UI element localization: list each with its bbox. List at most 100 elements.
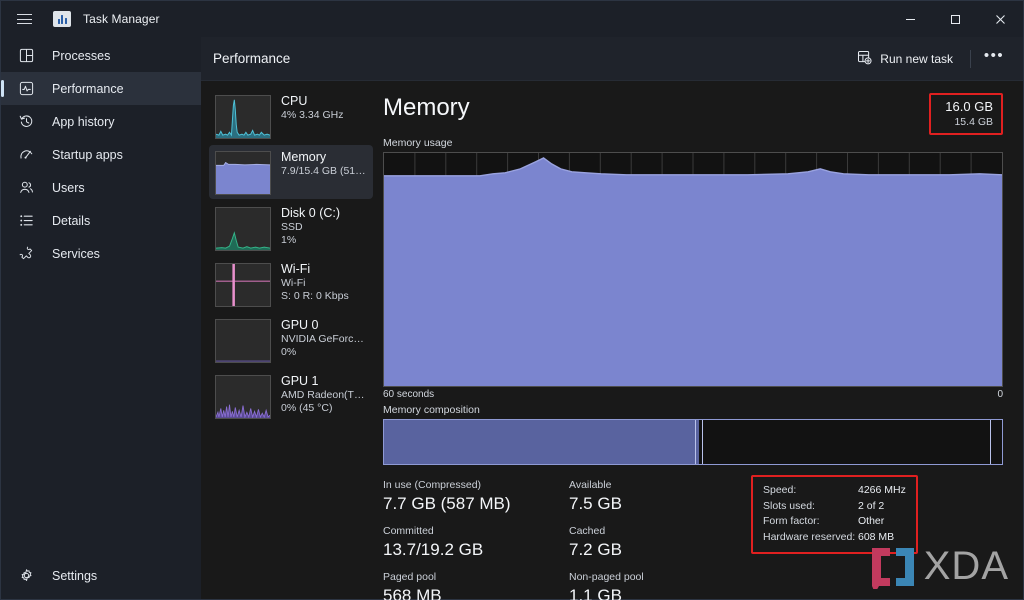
window-body: Processes Performance App history Startu… [1, 37, 1023, 600]
memory-specs-highlight-box: Speed: 4266 MHz Slots used: 2 of 2 Form … [751, 475, 918, 554]
spec-value: Other [858, 515, 885, 527]
content-pane: Performance Run new task ••• CPU 4% 3.34… [201, 37, 1023, 600]
spec-value: 2 of 2 [858, 499, 885, 512]
stat-value: 7.5 GB [569, 494, 622, 513]
header-actions: Run new task ••• [848, 45, 1009, 73]
run-new-task-icon [857, 50, 872, 68]
perf-item-sub: 7.9/15.4 GB (51%) [281, 165, 367, 177]
sidebar-item-label: Users [52, 180, 85, 195]
perf-item-gpu-0[interactable]: GPU 0 NVIDIA GeForce R... 0% [209, 313, 373, 367]
stat-value: 7.7 GB (587 MB) [383, 494, 511, 513]
gpu0-sparkline [215, 319, 271, 363]
memory-stats: In use (Compressed) 7.7 GB (587 MB) Comm… [383, 475, 1003, 600]
perf-item-sub: SSD [281, 221, 303, 233]
composition-in-use-segment [384, 420, 700, 464]
sidebar-item-app-history[interactable]: App history [1, 105, 201, 138]
perf-item-text: Wi-Fi Wi-Fi S: 0 R: 0 Kbps [281, 262, 349, 303]
task-manager-window: Task Manager Processes Performance App h… [0, 0, 1024, 600]
sidebar-item-performance[interactable]: Performance [1, 72, 201, 105]
perf-item-name: Memory [281, 150, 327, 164]
minimize-button[interactable] [888, 1, 933, 37]
sidebar-item-users[interactable]: Users [1, 171, 201, 204]
perf-item-memory[interactable]: Memory 7.9/15.4 GB (51%) [209, 145, 373, 199]
spec-value: 608 MB [858, 530, 895, 543]
gpu1-sparkline [215, 375, 271, 419]
perf-item-sub: 4% 3.34 GHz [281, 109, 344, 121]
sidebar-item-processes[interactable]: Processes [1, 39, 201, 72]
spec-key: Slots used: [763, 499, 815, 512]
sidebar-item-services[interactable]: Services [1, 237, 201, 270]
details-icon [17, 212, 35, 230]
perf-item-text: Memory 7.9/15.4 GB (51%) [281, 150, 367, 178]
sidebar-item-label: Performance [52, 81, 124, 96]
hamburger-menu-icon[interactable] [1, 1, 47, 37]
capacity-usable: 15.4 GB [954, 116, 993, 128]
spec-key: Speed: [763, 484, 797, 496]
perf-item-name: Wi-Fi [281, 262, 311, 276]
perf-item-sub2: 1% [281, 234, 297, 246]
stats-column-left: In use (Compressed) 7.7 GB (587 MB) Comm… [383, 478, 569, 600]
sidebar-item-label: Settings [52, 568, 98, 583]
stat-key: Available [569, 479, 612, 491]
sidebar-item-settings[interactable]: Settings [1, 559, 201, 592]
title-bar: Task Manager [1, 1, 1023, 37]
perf-item-wifi[interactable]: Wi-Fi Wi-Fi S: 0 R: 0 Kbps [209, 257, 373, 311]
perf-item-text: GPU 0 NVIDIA GeForce R... 0% [281, 318, 367, 359]
close-button[interactable] [978, 1, 1023, 37]
memory-usage-chart [383, 152, 1003, 387]
perf-item-sub: NVIDIA GeForce R... [281, 333, 367, 345]
stat-in-use: In use (Compressed) 7.7 GB (587 MB) [383, 478, 569, 515]
perf-item-sub: AMD Radeon(TM) ... [281, 389, 367, 401]
memory-detail: Memory 16.0 GB 15.4 GB Memory usage 60 s… [373, 81, 1023, 600]
memory-composition-label: Memory composition [383, 404, 480, 416]
app-history-icon [17, 113, 35, 131]
more-options-button[interactable]: ••• [979, 46, 1009, 72]
stat-key: Committed [383, 525, 434, 537]
run-new-task-label: Run new task [880, 51, 953, 66]
perf-item-name: Disk 0 (C:) [281, 206, 341, 220]
maximize-button[interactable] [933, 1, 978, 37]
detail-title: Memory [383, 94, 470, 121]
perf-item-sub2: 0% [281, 346, 297, 358]
perf-item-text: GPU 1 AMD Radeon(TM) ... 0% (45 °C) [281, 374, 367, 415]
run-new-task-button[interactable]: Run new task [848, 45, 962, 73]
perf-item-gpu-1[interactable]: GPU 1 AMD Radeon(TM) ... 0% (45 °C) [209, 369, 373, 423]
startup-apps-icon [17, 146, 35, 164]
stat-paged-pool: Paged pool 568 MB [383, 570, 569, 600]
chart-app-icon [53, 11, 71, 27]
spec-speed: Speed: 4266 MHz [763, 483, 906, 499]
sidebar: Processes Performance App history Startu… [1, 37, 201, 599]
app-title: Task Manager [83, 12, 160, 26]
stat-key: Non-paged pool [569, 571, 644, 583]
perf-item-cpu[interactable]: CPU 4% 3.34 GHz [209, 89, 373, 143]
perf-item-sub2: S: 0 R: 0 Kbps [281, 290, 349, 302]
users-icon [17, 179, 35, 197]
sidebar-item-label: Processes [52, 48, 111, 63]
spec-key: Hardware reserved: [763, 530, 856, 543]
wifi-sparkline [215, 263, 271, 307]
chart-axis-labels: 60 seconds 0 [383, 387, 1003, 400]
composition-divider-2 [702, 420, 704, 464]
gear-icon [17, 567, 35, 585]
axis-label-right: 0 [997, 389, 1003, 400]
memory-usage-label: Memory usage [383, 137, 453, 149]
perf-item-name: GPU 1 [281, 374, 319, 388]
perf-item-text: Disk 0 (C:) SSD 1% [281, 206, 340, 247]
perf-item-sub2: 0% (45 °C) [281, 402, 333, 414]
sidebar-item-startup-apps[interactable]: Startup apps [1, 138, 201, 171]
performance-list: CPU 4% 3.34 GHz Memory 7.9/15.4 GB (51%)… [201, 81, 373, 599]
stat-cached: Cached 7.2 GB [569, 524, 747, 561]
sidebar-item-label: Details [52, 213, 91, 228]
spec-key: Form factor: [763, 515, 820, 527]
sidebar-item-details[interactable]: Details [1, 204, 201, 237]
sidebar-item-label: Services [52, 246, 100, 261]
spec-form-factor: Form factor: Other [763, 514, 906, 530]
stats-column-mid: Available 7.5 GB Cached 7.2 GB Non-paged… [569, 478, 747, 600]
perf-item-disk-0[interactable]: Disk 0 (C:) SSD 1% [209, 201, 373, 255]
composition-divider-3 [990, 420, 991, 464]
services-icon [17, 245, 35, 263]
stat-value: 7.2 GB [569, 540, 622, 559]
perf-item-sub: Wi-Fi [281, 277, 306, 289]
stat-key: In use (Compressed) [383, 479, 482, 491]
